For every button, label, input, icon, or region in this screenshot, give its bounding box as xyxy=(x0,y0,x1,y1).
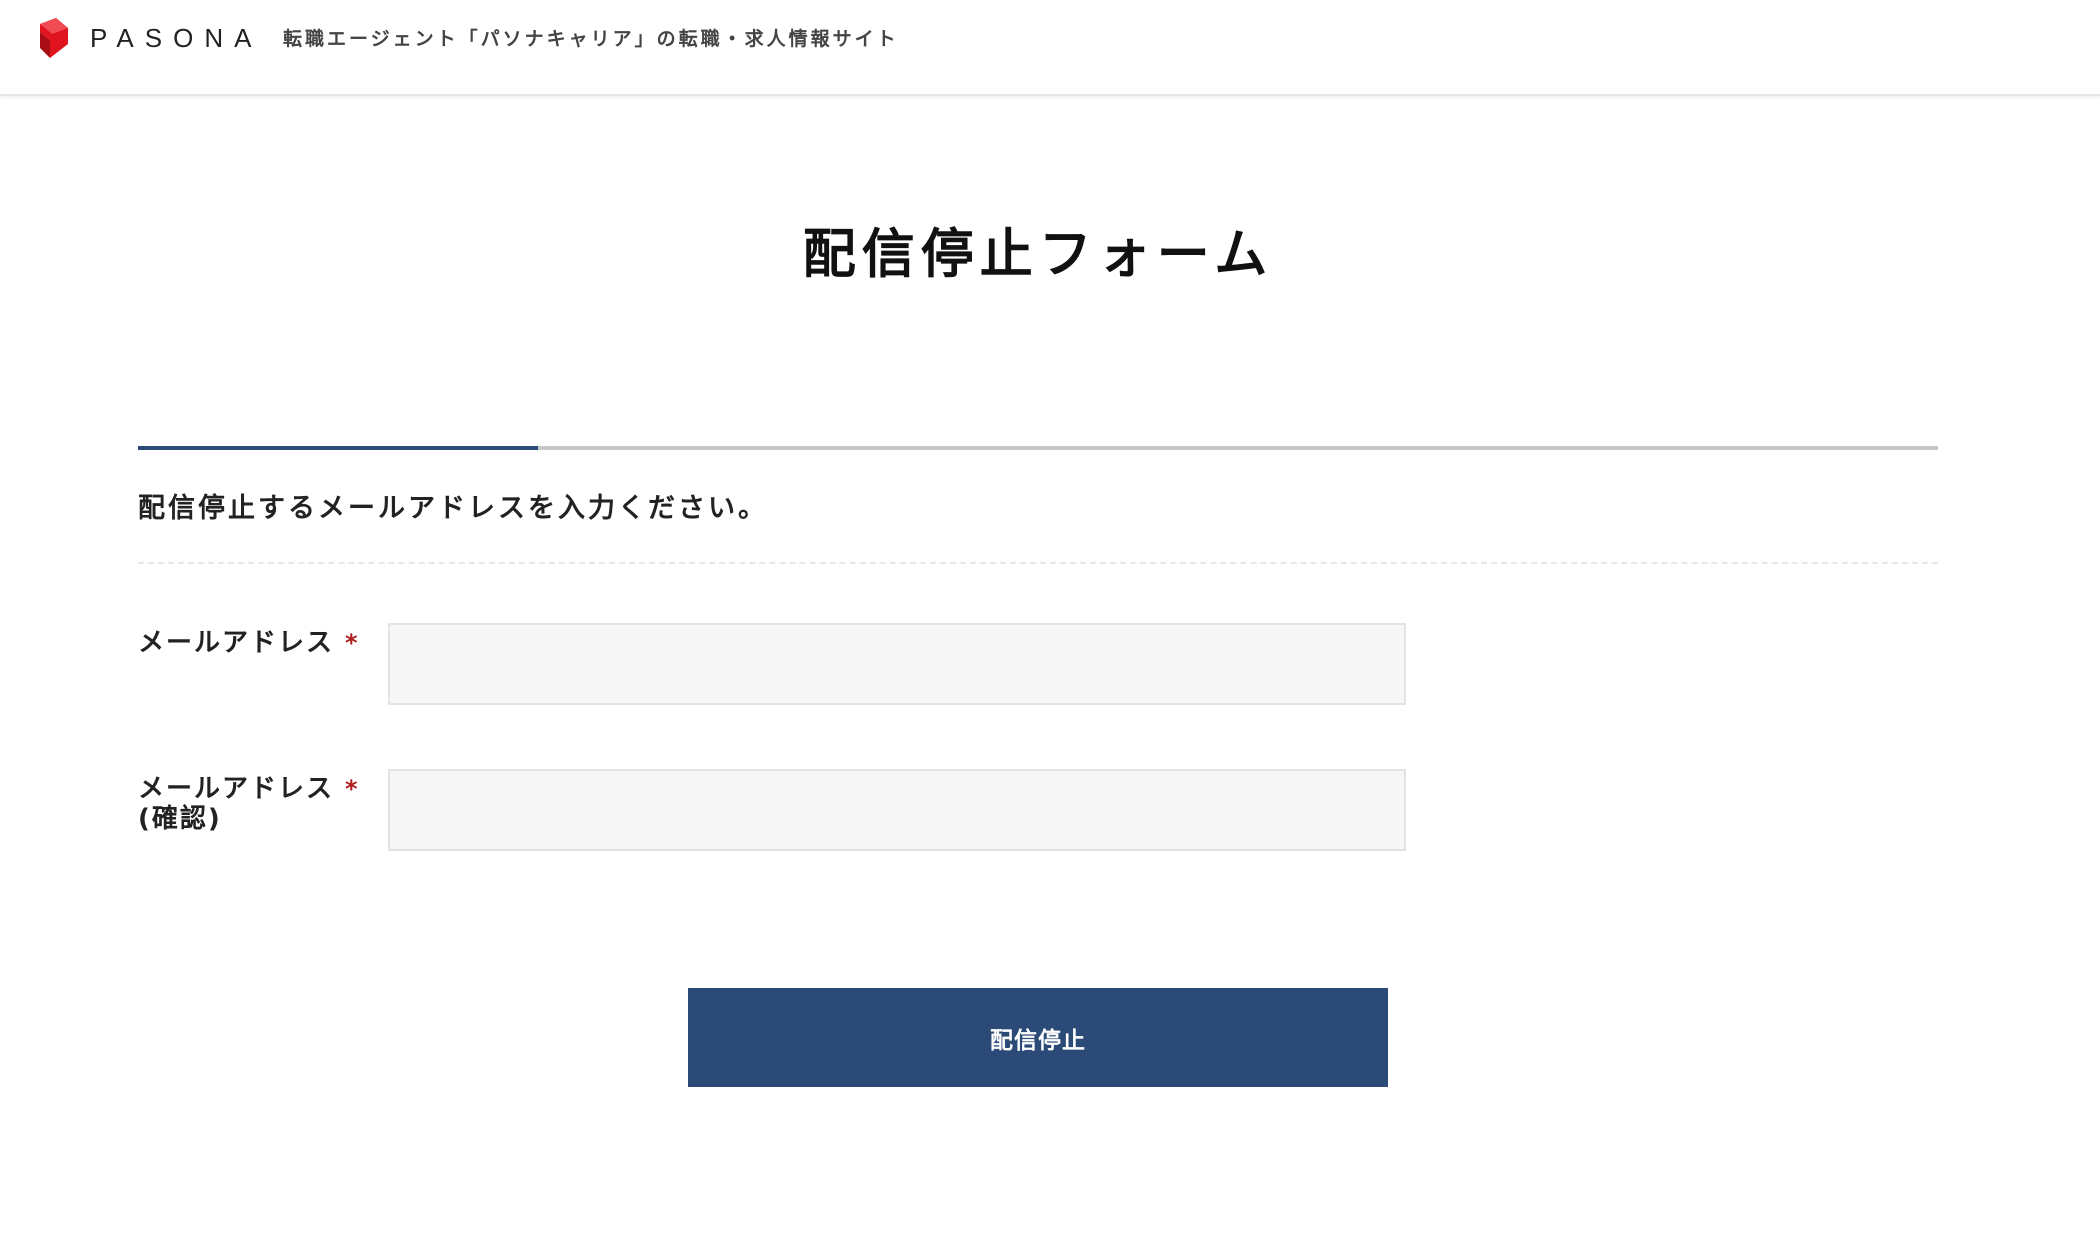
progress-bar xyxy=(138,446,1938,450)
unsubscribe-submit-button[interactable]: 配信停止 xyxy=(688,988,1388,1087)
pasona-logo[interactable]: PASONA xyxy=(36,18,262,58)
form-instruction: 配信停止するメールアドレスを入力ください。 xyxy=(138,493,768,524)
divider xyxy=(138,562,1938,564)
logo-text: PASONA xyxy=(90,22,263,53)
email-required-mark: * xyxy=(345,629,358,657)
email-confirm-label: メールアドレス (確認) xyxy=(138,774,334,834)
email-confirm-required-mark: * xyxy=(345,775,358,803)
email-input[interactable] xyxy=(388,623,1406,705)
email-confirm-label-line1: メールアドレス xyxy=(138,774,335,804)
site-tagline: 転職エージェント「パソナキャリア」の転職・求人情報サイト xyxy=(283,28,899,50)
page-title: 配信停止フォーム xyxy=(802,224,1274,285)
email-confirm-input[interactable] xyxy=(388,769,1406,851)
site-header: PASONA 転職エージェント「パソナキャリア」の転職・求人情報サイト xyxy=(0,0,2100,96)
email-confirm-label-line2: (確認) xyxy=(138,804,222,834)
pasona-logo-icon xyxy=(40,18,68,58)
progress-bar-fill xyxy=(138,446,538,450)
email-label: メールアドレス xyxy=(138,628,335,658)
